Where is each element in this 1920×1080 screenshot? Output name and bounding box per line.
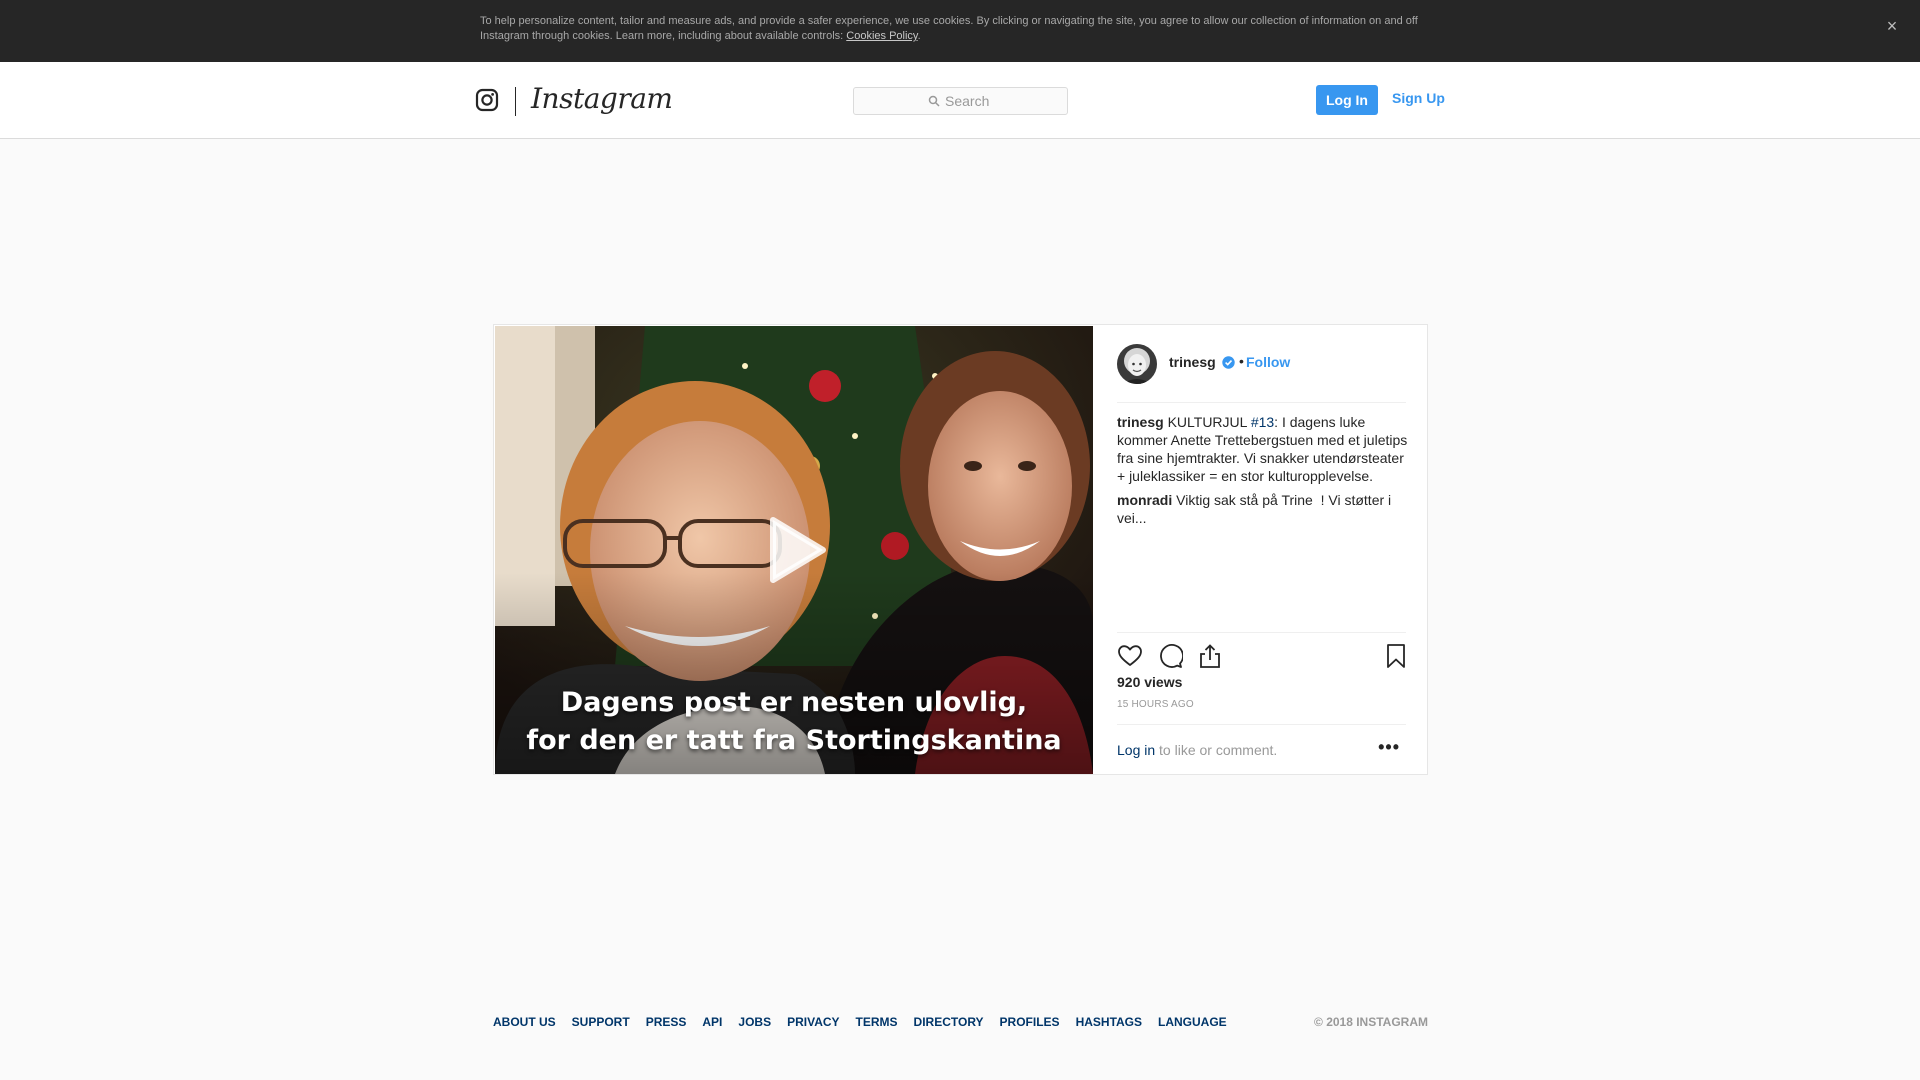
post-actions: 920 views 15 HOURS AGO Log in to like or… <box>1117 632 1406 774</box>
play-icon[interactable] <box>761 516 829 584</box>
avatar-image <box>1117 344 1157 384</box>
more-options-icon[interactable]: ••• <box>1378 737 1400 758</box>
log-in-link[interactable]: Log in <box>1117 742 1155 758</box>
footer-link-api[interactable]: API <box>702 1015 722 1029</box>
footer-link-hashtags[interactable]: HASHTAGS <box>1076 1015 1142 1029</box>
log-in-button[interactable]: Log In <box>1316 85 1378 115</box>
search-icon <box>928 95 940 107</box>
footer: ABOUT US SUPPORT PRESS API JOBS PRIVACY TERMS D… <box>493 1015 1428 1035</box>
post-header: trinesg • Follow <box>1117 325 1406 403</box>
cookie-notice-body: To help personalize content, tailor and … <box>480 15 1418 42</box>
copyright: © 2018 INSTAGRAM <box>1314 1015 1428 1029</box>
login-prompt-suffix: to like or comment. <box>1155 742 1278 758</box>
follow-button[interactable]: Follow <box>1246 354 1290 370</box>
close-icon[interactable]: × <box>1882 16 1902 36</box>
video-caption-line-1: Dagens post er nesten ulovlig, <box>560 687 1028 718</box>
logo-divider <box>515 87 516 116</box>
post-timestamp[interactable]: 15 HOURS AGO <box>1117 699 1194 710</box>
list-item-comment: monradi Viktig sak stå på Trine⁠ ⁠ ! Vi … <box>1117 491 1409 527</box>
footer-link-terms[interactable]: TERMS <box>856 1015 898 1029</box>
caption-text-start: KULTURJUL <box>1167 414 1251 430</box>
top-navigation: Instagram Log In Sign Up <box>0 62 1920 139</box>
bookmark-icon[interactable] <box>1383 643 1409 669</box>
instagram-glyph-icon[interactable] <box>475 88 499 112</box>
login-prompt-text: Log in to like or comment. <box>1117 742 1277 758</box>
footer-link-directory[interactable]: DIRECTORY <box>914 1015 984 1029</box>
hashtag-link[interactable]: #13 <box>1251 414 1274 430</box>
post-author-username[interactable]: trinesg <box>1169 354 1216 370</box>
post-card: Dagens post er nesten ulovlig, for den e… <box>493 324 1428 775</box>
view-count[interactable]: 920 views <box>1117 674 1182 690</box>
footer-link-privacy[interactable]: PRIVACY <box>787 1015 839 1029</box>
footer-link-about-us[interactable]: ABOUT US <box>493 1015 556 1029</box>
cookie-notice-text: To help personalize content, tailor and … <box>480 14 1420 44</box>
footer-link-jobs[interactable]: JOBS <box>738 1015 771 1029</box>
sign-up-link[interactable]: Sign Up <box>1392 90 1445 106</box>
share-icon[interactable] <box>1197 643 1223 669</box>
search-input[interactable] <box>945 93 993 109</box>
footer-link-press[interactable]: PRESS <box>646 1015 687 1029</box>
caption-username[interactable]: trinesg <box>1117 414 1164 430</box>
cookie-banner: To help personalize content, tailor and … <box>0 0 1920 62</box>
cookies-policy-link[interactable]: Cookies Policy <box>846 30 917 42</box>
cookie-notice-period: . <box>917 30 921 42</box>
search-box[interactable] <box>853 87 1068 115</box>
login-prompt: Log in to like or comment. ••• <box>1117 724 1406 774</box>
comment-username[interactable]: monradi <box>1117 492 1172 508</box>
post-sidebar: trinesg • Follow trinesg KULTURJUL #13: … <box>1094 325 1427 774</box>
instagram-wordmark[interactable]: Instagram <box>531 82 673 115</box>
avatar[interactable] <box>1117 344 1157 384</box>
footer-nav: ABOUT US SUPPORT PRESS API JOBS PRIVACY TERMS D… <box>493 1015 1243 1029</box>
caption-comment: trinesg KULTURJUL #13: I dagens luke kom… <box>1117 413 1409 485</box>
separator-dot: • <box>1239 353 1244 369</box>
heart-icon[interactable] <box>1117 643 1143 669</box>
comments-list: trinesg KULTURJUL #13: I dagens luke kom… <box>1117 413 1409 533</box>
footer-link-profiles[interactable]: PROFILES <box>1000 1015 1060 1029</box>
comment-icon[interactable] <box>1157 643 1183 669</box>
video-caption-line-2: for den er tatt fra Stortingskantina <box>526 725 1062 756</box>
footer-link-language[interactable]: LANGUAGE <box>1158 1015 1227 1029</box>
post-video[interactable]: Dagens post er nesten ulovlig, for den e… <box>495 326 1093 774</box>
footer-link-support[interactable]: SUPPORT <box>572 1015 630 1029</box>
verified-badge-icon <box>1222 356 1235 369</box>
